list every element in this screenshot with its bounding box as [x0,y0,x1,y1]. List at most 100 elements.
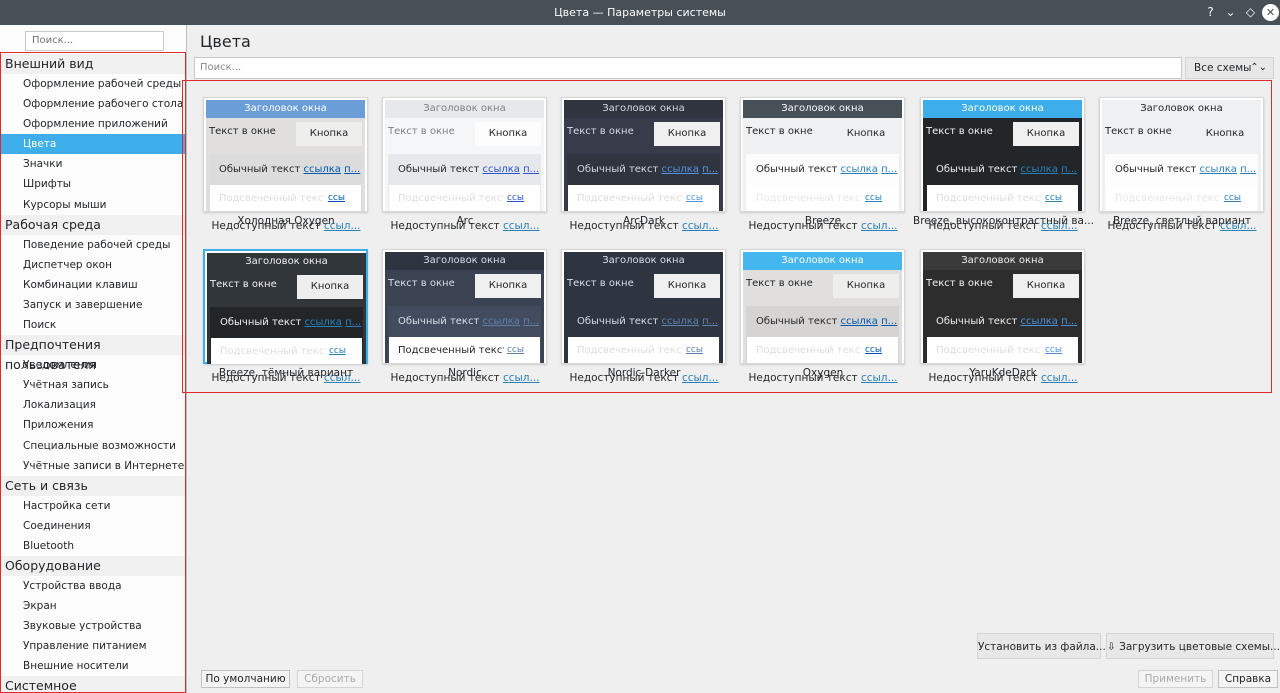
scheme-name: ArcDark [623,215,665,227]
preview-highlight-row: Подсвеченный текст ссы [389,185,540,211]
scheme-caption: Недоступный текст ссыл... Холодная Oxygen [196,215,376,243]
sidebar-item[interactable]: Курсоры мыши [0,195,186,215]
color-scheme-tile[interactable]: Заголовок окна Текст в окне Кнопка Обычный … [740,97,905,212]
scheme-name: Breeze [804,215,842,227]
color-scheme-tile[interactable]: Заголовок окна Текст в окне Кнопка Обычный … [920,249,1085,364]
sidebar-item[interactable]: Значки [0,154,186,174]
sidebar-item[interactable]: Учётная запись [0,375,186,395]
install-from-file-button[interactable]: Установить из файла... [977,633,1106,659]
sidebar-item[interactable]: Учётные записи в Интернете [0,456,186,476]
sidebar-item[interactable]: Поиск [0,315,186,335]
color-scheme-tile[interactable]: Заголовок окна Текст в окне Кнопка Обычный … [382,97,547,212]
preview-normal-label: Обычный текст [577,164,659,175]
preview-highlighted-link: ссы [682,185,703,211]
main-content: Цвета Поиск... Все схемы ⌃⌄ Заголовок ок… [188,25,1280,693]
color-scheme-tile[interactable]: Заголовок окна Текст в окне Кнопка Обычный … [1099,97,1264,212]
scheme-preview: Заголовок окна Текст в окне Кнопка Обычный … [923,100,1082,211]
scheme-search-input[interactable]: Поиск... [194,57,1182,79]
scheme-grid: Заголовок окна Текст в окне Кнопка Обычный … [188,83,1280,403]
reset-button[interactable]: Сбросить [297,670,363,688]
preview-highlighted-link: ссы [503,185,524,211]
sidebar-search-input[interactable]: Поиск... [25,31,164,51]
sidebar-item[interactable]: Экран [0,596,186,616]
sidebar-item[interactable]: Оформление рабочего стола [0,94,186,114]
color-scheme-tile[interactable]: Заголовок окна Текст в окне Кнопка Обычный … [561,249,726,364]
sidebar-item[interactable]: Управление питанием [0,636,186,656]
close-icon[interactable]: ✕ [1262,4,1279,21]
preview-view: Обычный текст ссылка п... Подсвеченный те… [388,306,541,363]
preview-visited: п... [881,316,898,327]
sidebar-item[interactable]: Звуковые устройства [0,616,186,636]
preview-window-row: Текст в окне Кнопка [564,118,723,146]
preview-normal-text: Обычный текст ссылка п... [389,307,540,337]
color-scheme-tile[interactable]: Заголовок окна Текст в окне Кнопка Обычный … [203,249,368,364]
sidebar-item[interactable]: Приложения [0,415,186,435]
preview-window-text: Текст в окне [388,278,455,289]
sidebar-item[interactable]: Настройка сети [0,496,186,516]
preview-highlighted-text: Подсвеченный текст [936,345,1047,356]
preview-normal-text: Обычный текст ссылка п... [210,155,361,185]
sidebar-item[interactable]: Поведение рабочей среды [0,235,186,255]
minimize-icon[interactable]: ⌄ [1222,4,1239,21]
sidebar-item[interactable]: Устройства ввода [0,576,186,596]
sidebar-item[interactable]: Запуск и завершение [0,295,186,315]
scheme-caption: Недоступный текст ссыл... YaruKdeDark [913,367,1093,395]
preview-button: Кнопка [1013,274,1079,298]
sidebar-item[interactable]: Оформление рабочей среды [0,74,186,94]
preview-highlighted-text: Подсвеченный текст [1115,193,1226,204]
preview-button: Кнопка [833,274,899,298]
sidebar-item[interactable]: Диспетчер окон [0,255,186,275]
sidebar-item[interactable]: Оформление приложений [0,114,186,134]
sidebar-item[interactable]: Внешние носители [0,656,186,676]
preview-visited: п... [344,164,361,175]
preview-highlighted-link: ссы [861,337,882,363]
page-title: Цвета [200,32,251,51]
preview-highlighted-link: ссы [325,338,346,364]
preview-visited: п... [1061,316,1078,327]
color-scheme-tile[interactable]: Заголовок окна Текст в окне Кнопка Обычный … [382,249,547,364]
preview-view: Обычный текст ссылка п... Подсвеченный те… [567,306,720,363]
scheme-name: Breeze, тёмный вариант [218,367,354,379]
defaults-button[interactable]: По умолчанию [201,670,290,688]
preview-button: Кнопка [833,122,899,146]
preview-highlighted-text: Подсвеченный текст [220,346,331,357]
help-icon[interactable]: ? [1202,4,1219,21]
sidebar-item[interactable]: Специальные возможности [0,436,186,456]
scheme-name: Arc [456,215,474,227]
preview-window-title: Заголовок окна [923,252,1082,270]
color-scheme-tile[interactable]: Заголовок окна Текст в окне Кнопка Обычный … [203,97,368,212]
preview-window-title: Заголовок окна [743,252,902,270]
preview-window-row: Текст в окне Кнопка [923,118,1082,146]
color-scheme-tile[interactable]: Заголовок окна Текст в окне Кнопка Обычный … [920,97,1085,212]
sidebar-item[interactable]: Цвета [0,134,186,155]
scheme-filter-dropdown[interactable]: Все схемы ⌃⌄ [1185,57,1274,79]
help-button[interactable]: Справка [1218,670,1278,688]
preview-highlighted-text: Подсвеченный текст [398,193,509,204]
sidebar-item[interactable]: Соединения [0,516,186,536]
preview-highlighted-text: Подсвеченный текст [398,345,509,356]
scheme-name: Breeze, высококонтрастный ва... [913,215,1093,227]
preview-link: ссылка [303,164,341,175]
sidebar-item[interactable]: Уведомления [0,355,186,375]
sidebar-item[interactable]: Комбинации клавиш [0,275,186,295]
sidebar-item[interactable]: Локализация [0,395,186,415]
preview-button: Кнопка [475,274,541,298]
preview-window-title: Заголовок окна [206,100,365,118]
apply-button[interactable]: Применить [1138,670,1213,688]
color-scheme-tile[interactable]: Заголовок окна Текст в окне Кнопка Обычный … [740,249,905,364]
download-schemes-button[interactable]: ⇩ Загрузить цветовые схемы... [1106,633,1280,659]
scheme-caption: Недоступный текст ссыл... Breeze [733,215,913,243]
scheme-name: Холодная Oxygen [237,215,335,227]
preview-button: Кнопка [296,122,362,146]
color-scheme-tile[interactable]: Заголовок окна Текст в окне Кнопка Обычный … [561,97,726,212]
scheme-preview: Заголовок окна Текст в окне Кнопка Обычный … [385,100,544,211]
preview-normal-text: Обычный текст ссылка п... [389,155,540,185]
scheme-name: Nordic [448,367,482,379]
sidebar-item[interactable]: Шрифты [0,174,186,194]
sidebar-item[interactable]: Bluetooth [0,536,186,556]
maximize-icon[interactable]: ◇ [1242,4,1259,21]
preview-visited: п... [702,164,719,175]
scheme-preview: Заголовок окна Текст в окне Кнопка Обычный … [385,252,544,363]
preview-window-text: Текст в окне [567,126,634,137]
preview-window-title: Заголовок окна [385,252,544,270]
